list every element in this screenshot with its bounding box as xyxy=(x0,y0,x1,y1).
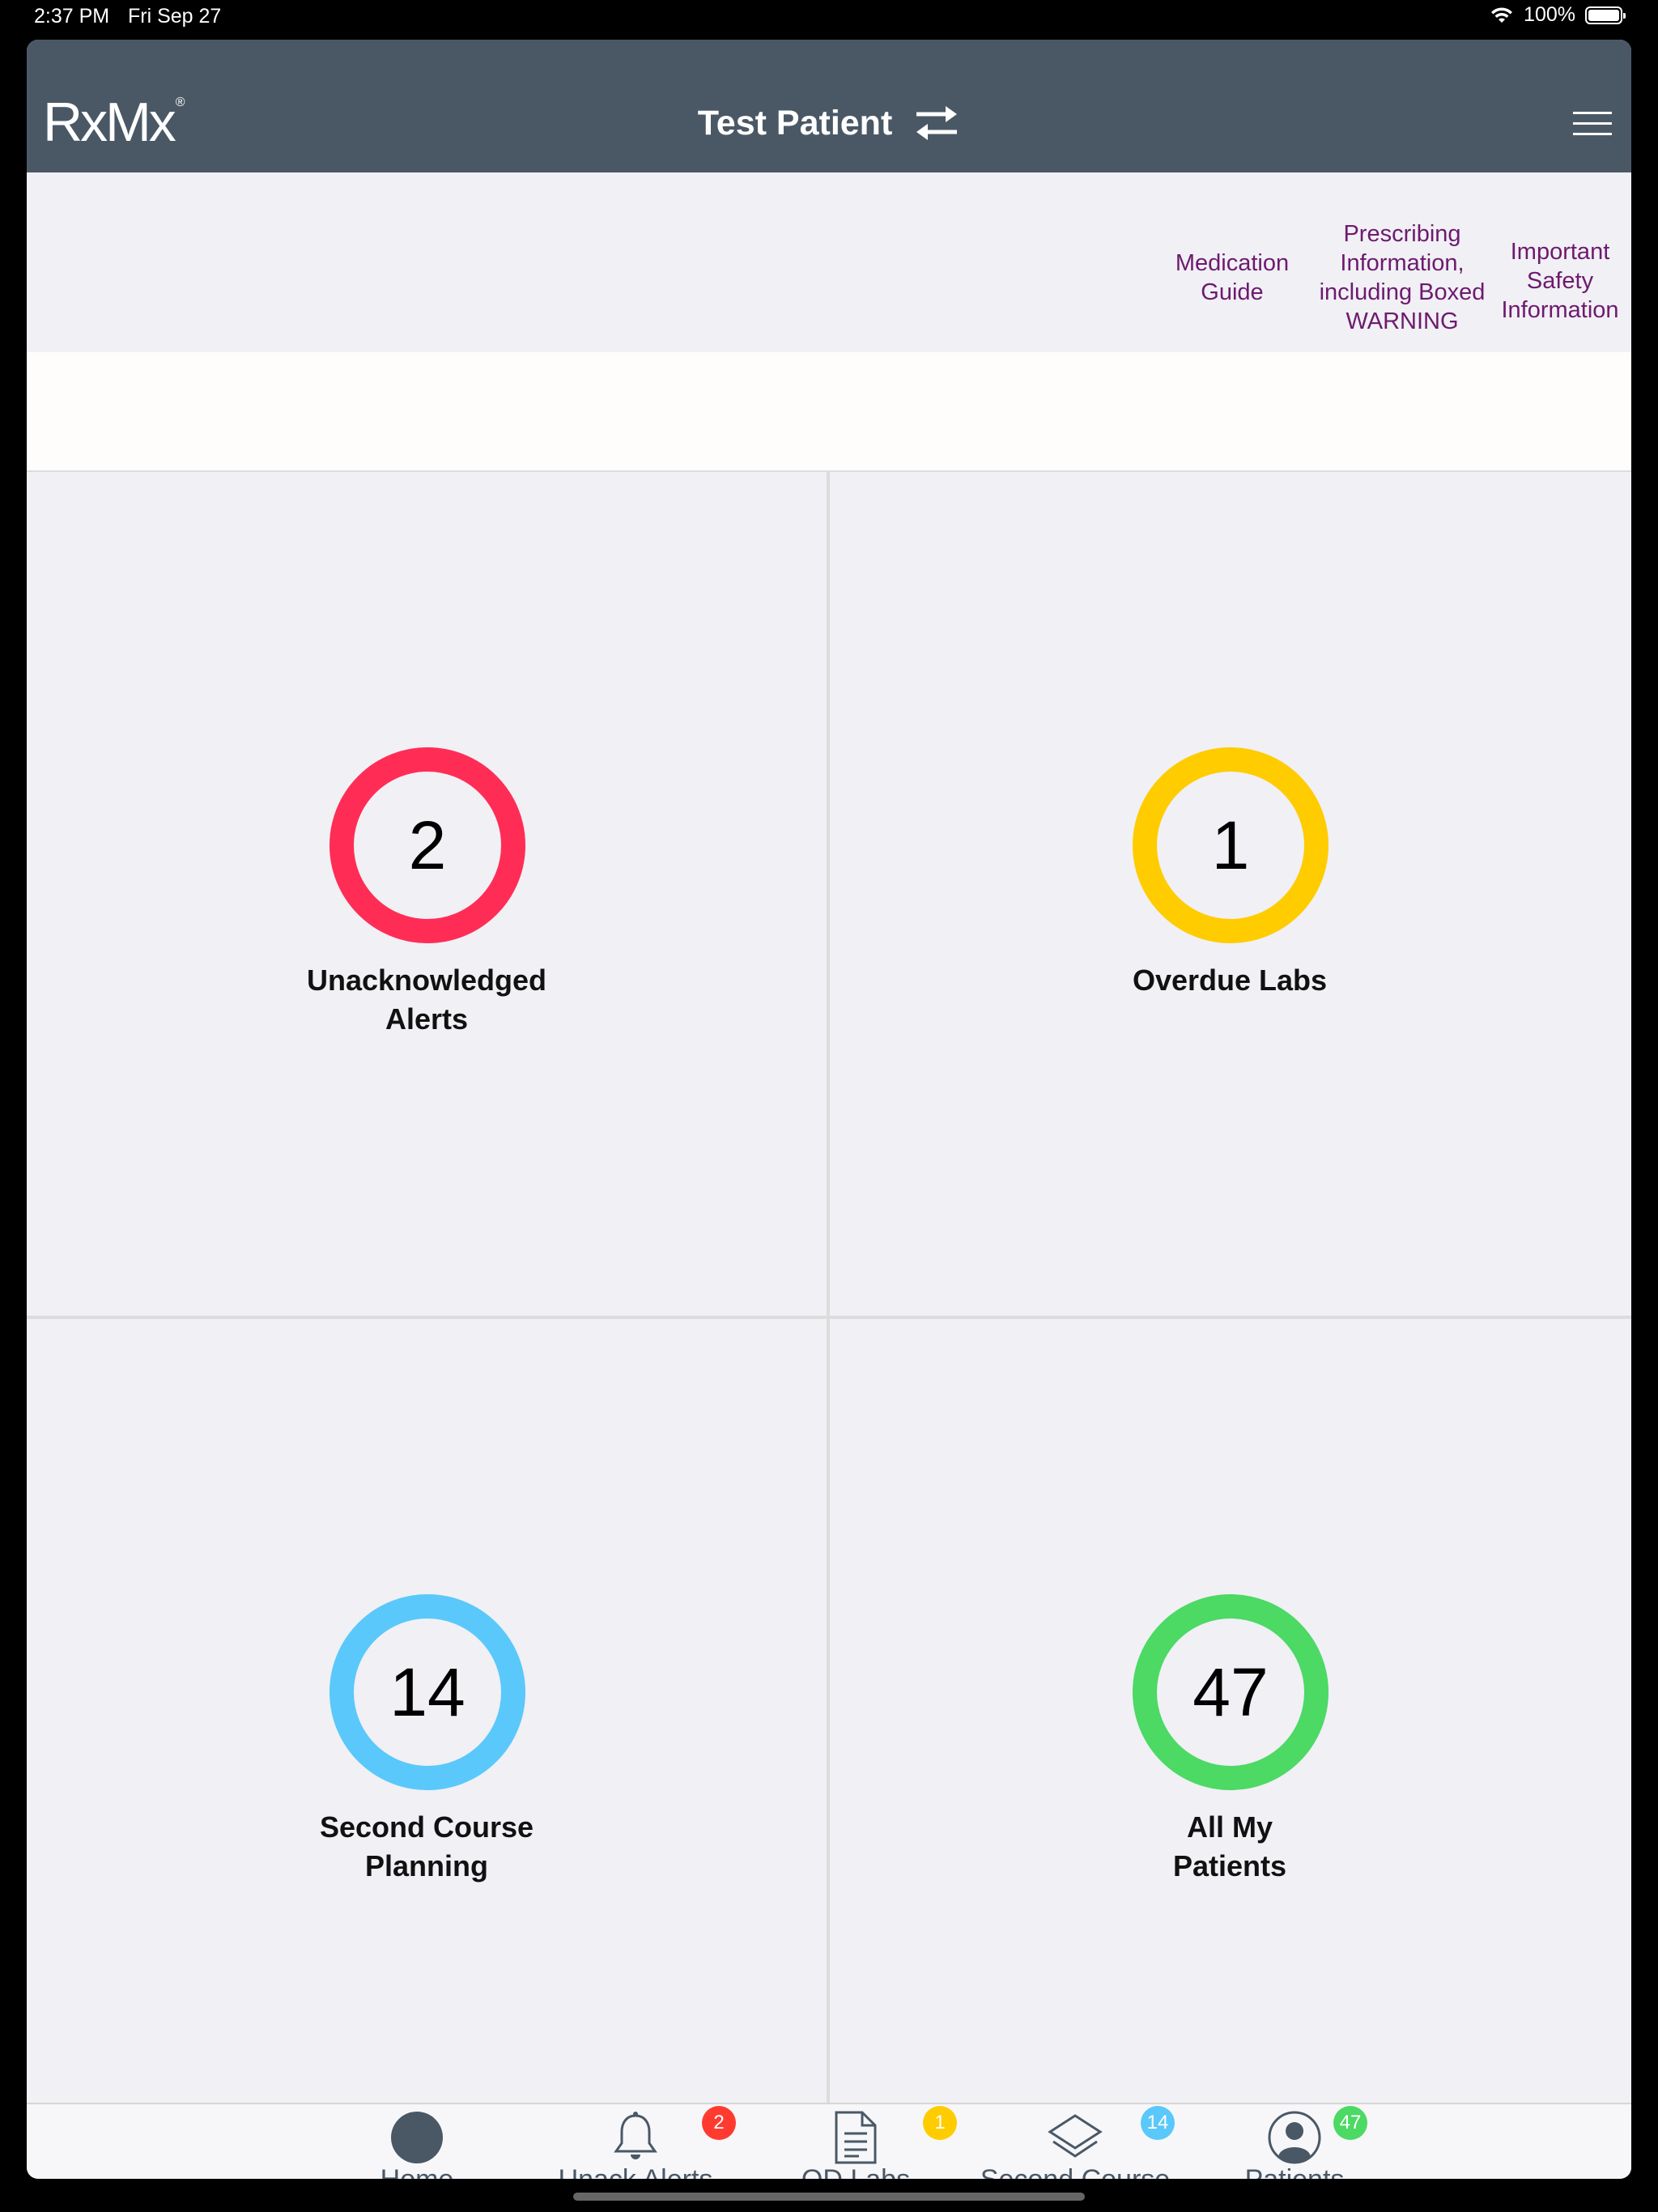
status-time: 2:37 PM xyxy=(34,5,110,28)
patients-count-ring: 47 xyxy=(1133,1594,1329,1790)
tile-label: Overdue Labs xyxy=(1132,963,1328,997)
nav-bar: RxMx ® Test Patient xyxy=(27,40,1631,172)
hamburger-menu-icon[interactable] xyxy=(1573,111,1612,137)
person-icon xyxy=(1266,2111,1323,2164)
info-links-strip: Medication Guide Prescribing Information… xyxy=(27,172,1631,352)
tab-bar: Home Unack Alerts 2 xyxy=(27,2103,1631,2179)
second-course-planning-tile[interactable]: 14 Second Course Planning xyxy=(27,1319,827,2103)
home-indicator[interactable] xyxy=(573,2193,1085,2201)
second-course-count-ring: 14 xyxy=(329,1594,525,1790)
tab-od-labs[interactable]: OD Labs 1 xyxy=(783,2104,957,2179)
bell-icon xyxy=(607,2111,664,2164)
switch-arrows-icon[interactable] xyxy=(913,103,960,143)
tab-label: Patients xyxy=(1245,2164,1345,2179)
tab-badge: 2 xyxy=(702,2106,736,2140)
labs-count-ring: 1 xyxy=(1133,747,1329,943)
tile-label: All My Patients xyxy=(1172,1810,1287,1882)
battery-icon xyxy=(1585,6,1626,24)
tab-unack-alerts[interactable]: Unack Alerts 2 xyxy=(522,2104,749,2179)
tab-label: Home xyxy=(380,2164,454,2179)
page-title: Test Patient xyxy=(697,103,893,143)
status-right: 100% xyxy=(1490,3,1626,27)
tab-label: Second Course xyxy=(980,2164,1170,2179)
wifi-icon xyxy=(1491,6,1513,23)
overdue-labs-tile[interactable]: 1 Overdue Labs xyxy=(830,472,1630,1316)
tab-second-course[interactable]: Second Course 14 xyxy=(958,2104,1192,2179)
tab-home[interactable]: Home xyxy=(349,2104,485,2179)
important-safety-information-link[interactable]: Important Safety Information xyxy=(1494,237,1626,325)
app-window: RxMx ® Test Patient Medication Guide Pres… xyxy=(27,40,1631,2179)
vertical-divider xyxy=(827,472,830,2103)
battery-percent: 100% xyxy=(1524,3,1575,26)
status-bar: 2:37 PM Fri Sep 27 100% xyxy=(0,0,1658,36)
tile-label: Unacknowledged Alerts xyxy=(306,963,547,1036)
medication-guide-link[interactable]: Medication Guide xyxy=(1171,249,1293,307)
status-date: Fri Sep 27 xyxy=(128,5,222,28)
tile-label: Second Course Planning xyxy=(319,1810,534,1882)
all-my-patients-tile[interactable]: 47 All My Patients xyxy=(830,1319,1630,2103)
tab-patients[interactable]: Patients 47 xyxy=(1214,2104,1375,2179)
layers-icon xyxy=(1047,2111,1103,2164)
tab-label: OD Labs xyxy=(801,2164,910,2179)
patient-switcher[interactable]: Test Patient xyxy=(27,103,1631,143)
tab-badge: 1 xyxy=(923,2106,957,2140)
home-circle-icon xyxy=(389,2111,445,2164)
tab-badge: 14 xyxy=(1141,2106,1175,2140)
horizontal-divider xyxy=(27,1316,1631,1319)
tab-label: Unack Alerts xyxy=(559,2164,713,2179)
banner-area xyxy=(27,352,1631,472)
alerts-count-ring: 2 xyxy=(329,747,525,943)
prescribing-information-link[interactable]: Prescribing Information, including Boxed… xyxy=(1309,219,1495,336)
unacknowledged-alerts-tile[interactable]: 2 Unacknowledged Alerts xyxy=(27,472,827,1316)
tab-badge: 47 xyxy=(1333,2106,1367,2140)
document-icon xyxy=(827,2111,884,2164)
